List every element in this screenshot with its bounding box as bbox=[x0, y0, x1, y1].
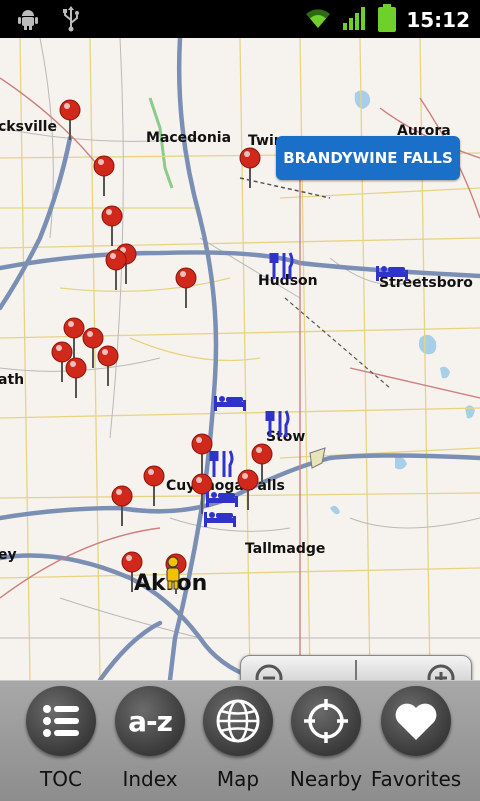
toc-icon bbox=[26, 686, 96, 756]
poi-callout[interactable]: BRANDYWINE FALLS bbox=[276, 136, 460, 180]
zoom-in-icon bbox=[427, 664, 455, 680]
wifi-icon bbox=[304, 6, 332, 34]
nav-label: Map bbox=[216, 767, 260, 791]
android-debug-icon bbox=[16, 7, 40, 35]
hotel-icon[interactable] bbox=[213, 392, 247, 412]
hotel-icon[interactable] bbox=[205, 488, 239, 508]
battery-icon bbox=[378, 4, 397, 36]
nav-nearby[interactable]: Nearby bbox=[278, 681, 374, 801]
map-pin-icon[interactable] bbox=[238, 146, 262, 190]
usb-icon bbox=[60, 6, 82, 36]
map-pin-icon[interactable] bbox=[120, 550, 144, 594]
bottom-nav: TOC a-z Index Map Nearby Favorites bbox=[0, 680, 480, 801]
zoom-control bbox=[240, 655, 472, 680]
current-location-icon[interactable] bbox=[163, 556, 183, 590]
clock: 15:12 bbox=[406, 8, 470, 32]
map-pin-icon[interactable] bbox=[64, 356, 88, 400]
map-pin-icon[interactable] bbox=[58, 98, 82, 142]
a-z-icon: a-z bbox=[115, 686, 185, 756]
restaurant-icon[interactable] bbox=[269, 251, 295, 281]
nav-map[interactable]: Map bbox=[190, 681, 286, 801]
nav-label: TOC bbox=[40, 767, 82, 791]
town-label: Tallmadge bbox=[245, 541, 326, 557]
crosshair-icon bbox=[291, 686, 361, 756]
zoom-out-icon bbox=[255, 664, 283, 680]
map-pin-icon[interactable] bbox=[236, 468, 260, 512]
town-label: cksville bbox=[0, 119, 57, 135]
nav-label: Favorites bbox=[370, 767, 462, 791]
zoom-in-button[interactable] bbox=[357, 656, 471, 680]
hotel-icon[interactable] bbox=[375, 262, 409, 282]
zoom-out-button[interactable] bbox=[241, 656, 355, 680]
map-pin-icon[interactable] bbox=[142, 464, 166, 508]
status-bar: 15:12 bbox=[0, 0, 480, 38]
town-label: ath bbox=[0, 372, 25, 388]
nav-label: Nearby bbox=[289, 767, 363, 791]
nav-favorites[interactable]: Favorites bbox=[368, 681, 464, 801]
nav-label: Index bbox=[122, 767, 178, 791]
map-pin-icon[interactable] bbox=[96, 344, 120, 388]
map-pin-icon[interactable] bbox=[174, 266, 198, 310]
globe-icon bbox=[203, 686, 273, 756]
town-label: ey bbox=[0, 547, 17, 563]
nav-toc[interactable]: TOC bbox=[13, 681, 109, 801]
hotel-icon[interactable] bbox=[203, 508, 237, 528]
map-pin-icon[interactable] bbox=[92, 154, 116, 198]
restaurant-icon[interactable] bbox=[209, 449, 235, 479]
heart-icon bbox=[381, 686, 451, 756]
town-label: Macedonia bbox=[146, 130, 232, 146]
nav-index[interactable]: a-z Index bbox=[102, 681, 198, 801]
map-pin-icon[interactable] bbox=[110, 484, 134, 528]
map-pin-icon[interactable] bbox=[104, 248, 128, 292]
a-z-icon-text: a-z bbox=[128, 704, 173, 738]
signal-icon bbox=[342, 5, 368, 35]
map-view[interactable]: cksville Macedonia Twin Aurora Hudson St… bbox=[0, 38, 480, 680]
restaurant-icon[interactable] bbox=[265, 409, 291, 439]
